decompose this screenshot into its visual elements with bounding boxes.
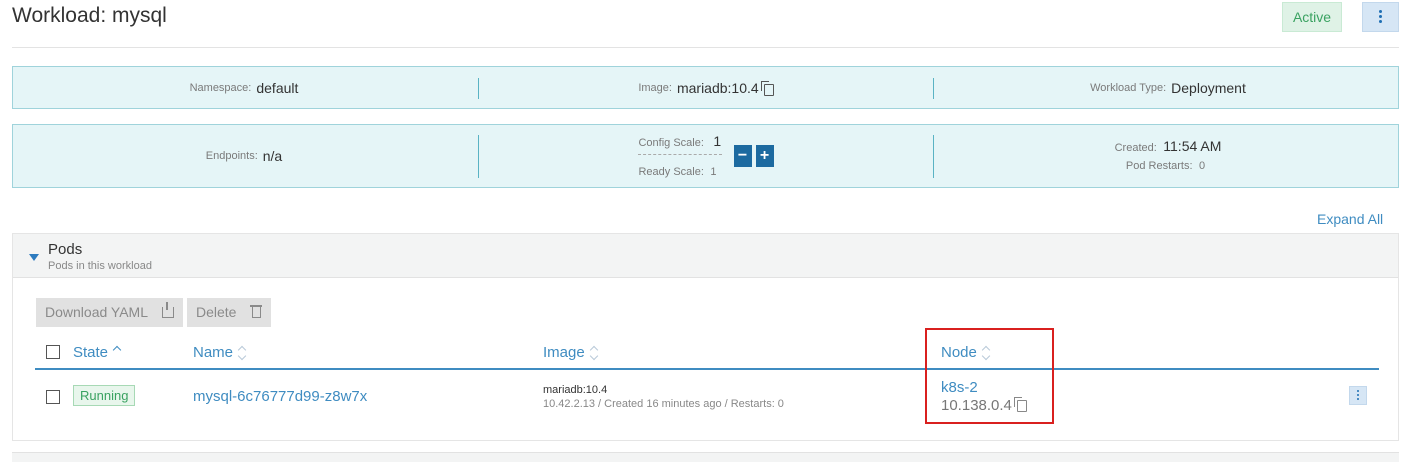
created-cell: Created: 11:54 AM Pod Restarts: 0	[937, 125, 1399, 187]
config-scale-value: 1	[713, 132, 722, 149]
scale-up-button[interactable]: +	[755, 145, 774, 167]
endpoints-cell: Endpoints: n/a	[13, 125, 475, 187]
created-value: 11:54 AM	[1163, 138, 1222, 154]
ready-scale-label: Ready Scale:	[638, 165, 704, 178]
caret-down-icon[interactable]	[29, 254, 39, 261]
scale-cell: Config Scale: 1 Ready Scale: 1 − +	[475, 125, 937, 187]
pods-panel: Pods Pods in this workload Download YAML…	[12, 233, 1399, 441]
name-header-label: Name	[193, 344, 234, 361]
pods-title: Pods	[48, 241, 83, 258]
column-header-state[interactable]: State	[73, 344, 122, 361]
image-value: mariadb:10.4	[676, 79, 759, 96]
pod-image: mariadb:10.4	[543, 384, 608, 396]
row-checkbox[interactable]	[46, 390, 60, 404]
ready-scale-value: 1	[710, 165, 717, 178]
title-divider	[12, 47, 1399, 48]
image-cell: Image: mariadb:10.4	[475, 67, 937, 108]
download-yaml-button[interactable]: Download YAML	[36, 298, 183, 327]
info-box-primary: Namespace: default Image: mariadb:10.4 W…	[12, 66, 1399, 109]
sort-icon	[239, 347, 247, 359]
state-header-label: State	[73, 344, 109, 361]
status-badge: Running	[73, 385, 136, 406]
row-actions-button[interactable]	[1349, 386, 1367, 405]
pod-restarts-value: 0	[1198, 160, 1206, 172]
download-yaml-label: Download YAML	[45, 304, 148, 320]
copy-icon[interactable]	[760, 80, 774, 96]
endpoints-label: Endpoints:	[205, 150, 258, 162]
namespace-value: default	[256, 79, 299, 96]
scale-down-button[interactable]: −	[733, 145, 752, 167]
node-highlight-box	[925, 328, 1054, 424]
column-header-image[interactable]: Image	[543, 344, 599, 361]
workload-type-label: Workload Type:	[1090, 81, 1167, 94]
table-header-rule	[35, 368, 1379, 370]
kebab-icon	[1356, 390, 1360, 402]
trash-icon	[250, 305, 262, 318]
created-label: Created:	[1114, 142, 1157, 154]
download-icon	[162, 302, 174, 318]
sort-icon	[591, 347, 599, 359]
sort-ascending-icon	[114, 347, 122, 359]
namespace-label: Namespace:	[189, 81, 252, 94]
info-divider	[933, 78, 934, 99]
pod-name-link[interactable]: mysql-6c76777d99-z8w7x	[193, 388, 367, 405]
workload-actions-button[interactable]	[1362, 2, 1399, 32]
state-badge: Active	[1282, 2, 1342, 32]
pod-meta: 10.42.2.13 / Created 16 minutes ago / Re…	[543, 398, 784, 410]
next-section-strip	[12, 452, 1399, 462]
select-all-checkbox[interactable]	[46, 345, 60, 359]
column-header-name[interactable]: Name	[193, 344, 247, 361]
pods-subtitle: Pods in this workload	[48, 260, 152, 272]
delete-label: Delete	[196, 304, 237, 320]
delete-button[interactable]: Delete	[187, 298, 271, 327]
endpoints-value: n/a	[262, 148, 283, 164]
pods-section-header[interactable]: Pods Pods in this workload	[13, 234, 1398, 278]
pod-restarts-label: Pod Restarts:	[1125, 160, 1193, 172]
page-title: Workload: mysql	[12, 4, 167, 27]
workload-type-value: Deployment	[1171, 79, 1246, 96]
namespace-cell: Namespace: default	[13, 67, 475, 108]
image-header-label: Image	[543, 344, 585, 361]
kebab-icon	[1379, 10, 1382, 25]
info-box-secondary: Endpoints: n/a Config Scale: 1 Ready Sca…	[12, 124, 1399, 188]
workload-type-cell: Workload Type: Deployment	[937, 67, 1399, 108]
expand-all-link[interactable]: Expand All	[1317, 211, 1383, 227]
info-divider	[933, 135, 934, 178]
config-scale-label: Config Scale:	[638, 136, 704, 149]
image-label: Image:	[638, 81, 672, 94]
